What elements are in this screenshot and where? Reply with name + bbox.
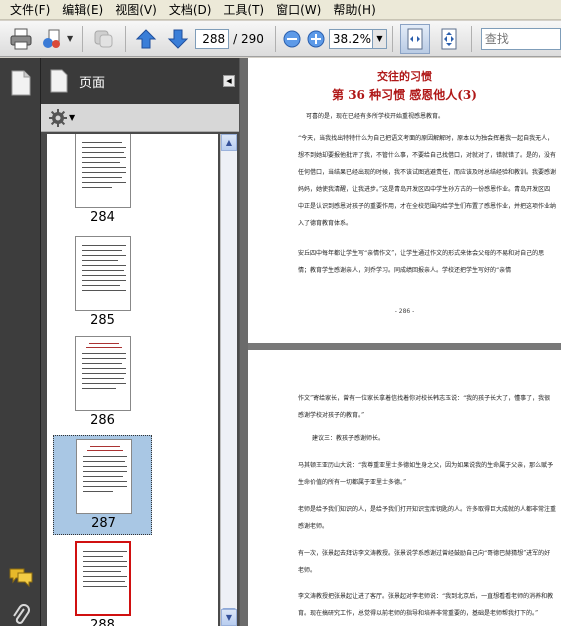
thumbnail-label: 286 <box>90 413 115 428</box>
attachments-panel-button[interactable] <box>8 602 34 626</box>
paragraph: 可喜的是，现在已经有多所学校开始重视感恩教育。 <box>306 113 445 120</box>
menu-file[interactable]: 文件(F) <box>4 0 56 20</box>
gear-icon[interactable] <box>49 108 67 127</box>
previous-page-button[interactable] <box>131 25 161 53</box>
paragraph: 作文”寄给家长，曾有一位家长拿着信找着你对校长韩志玉说：“我的孩子长大了，懂事了… <box>298 395 551 419</box>
fit-page-icon <box>441 28 457 49</box>
paragraph: 李文涛教授把张景起让进了客厅。张景起对李老师说：“我到北京后，一直想看看老师的消… <box>298 593 554 617</box>
page-total-label: / 290 <box>233 31 264 46</box>
panel-collapse-button[interactable]: ◀ <box>223 75 235 87</box>
menu-edit[interactable]: 编辑(E) <box>56 0 109 20</box>
zoom-out-button[interactable] <box>281 25 303 53</box>
paragraph: 老师是给予我们知识的人，是给予我们打开知识宝库钥匙的人。许多取得巨大成就的人都非… <box>298 506 557 530</box>
fit-width-button[interactable] <box>399 23 430 54</box>
panel-header: 页面 ◀ <box>41 58 239 104</box>
page-heading: 交往的习惯 <box>377 70 432 83</box>
thumbnail-image <box>76 439 132 514</box>
print-icon <box>10 28 32 49</box>
zoom-out-icon <box>283 30 301 47</box>
thumbnail-label: 285 <box>90 313 115 328</box>
fit-width-icon <box>407 28 423 49</box>
page-number: - 286 - <box>394 308 415 315</box>
document-view[interactable]: 交往的习惯 第 36 种习惯 感恩他人(3) 可喜的是，现在已经有多所学校开始重… <box>248 58 561 626</box>
document-page: 作文”寄给家长，曾有一位家长拿着信找着你对校长韩志玉说：“我的孩子长大了，懂事了… <box>248 350 561 626</box>
thumbnail-image <box>75 134 131 208</box>
thumbnail-284[interactable]: 284 <box>53 134 152 230</box>
share-button[interactable] <box>38 25 68 53</box>
options-dropdown-icon[interactable]: ▼ <box>69 113 75 122</box>
toolbar-separator <box>391 25 393 52</box>
zoom-dropdown-icon[interactable]: ▼ <box>372 28 387 49</box>
search-input[interactable] <box>480 27 561 50</box>
thumbnail-288[interactable]: 288 <box>53 538 152 626</box>
thumbnail-scrollbar[interactable]: ▲ ▼ <box>220 134 237 626</box>
thumbnail-286[interactable]: 286 <box>53 333 152 433</box>
thumbnail-label: 284 <box>90 210 115 225</box>
thumbnail-label: 288 <box>90 618 115 626</box>
paragraph: “今天，当我找出特特什么为自己把语文考面的原因解解时，原本以为独会挥着我一起自我… <box>298 135 557 227</box>
arrow-up-icon <box>135 28 157 48</box>
navigation-strip <box>0 58 41 626</box>
scroll-down-icon[interactable]: ▼ <box>221 609 237 626</box>
toolbar-separator <box>125 25 127 52</box>
pages-panel-icon <box>50 69 68 93</box>
paragraph: 安丘四中每年都让学生写“亲情作文”，让学生通过作文的形式来体会父母的不易和对自己… <box>298 250 545 274</box>
next-page-button[interactable] <box>163 25 193 53</box>
menu-document[interactable]: 文档(D) <box>163 0 218 20</box>
menu-tools[interactable]: 工具(T) <box>217 0 270 20</box>
thumbnail-image <box>75 336 131 411</box>
menu-bar: 文件(F) 编辑(E) 视图(V) 文档(D) 工具(T) 窗口(W) 帮助(H… <box>0 0 561 20</box>
thumbnail-label: 287 <box>91 516 116 531</box>
fit-page-button[interactable] <box>434 24 464 54</box>
page-number-input[interactable] <box>195 28 230 49</box>
comments-panel-button[interactable] <box>8 564 34 590</box>
pages-icon <box>11 70 31 96</box>
menu-window[interactable]: 窗口(W) <box>270 0 327 20</box>
document-page: 交往的习惯 第 36 种习惯 感恩他人(3) 可喜的是，现在已经有多所学校开始重… <box>248 58 561 343</box>
zoom-in-button[interactable] <box>305 25 327 53</box>
comment-bubble-icon <box>9 568 33 588</box>
panel-options: ▼ <box>41 104 239 132</box>
comment-button[interactable] <box>88 25 118 53</box>
toolbar-separator <box>470 25 472 52</box>
toolbar-separator <box>274 25 276 52</box>
scroll-up-icon[interactable]: ▲ <box>221 134 237 151</box>
comment-icon <box>94 30 113 47</box>
thumbnail-287[interactable]: 287 <box>53 435 152 535</box>
chapter-title: 第 36 种习惯 感恩他人(3) <box>332 88 477 102</box>
paragraph: 有一次，张景起去拜访李文涛教授。张景说学系感谢过曾经鼓励自己向“哥德巴赫猜想”进… <box>298 550 551 574</box>
paragraph: 马其顿王亚历山大说：“我尊重亚里士多德如生身之父，因为如果说我的生命属于父亲，那… <box>298 462 554 486</box>
thumbnail-image <box>75 236 131 311</box>
zoom-in-icon <box>307 30 325 47</box>
arrow-down-icon <box>167 29 189 49</box>
pages-panel-button[interactable] <box>8 70 34 96</box>
share-icon <box>43 29 60 48</box>
panel-splitter[interactable] <box>239 58 248 626</box>
toolbar-separator <box>82 25 84 52</box>
paragraph: 建议三：教孩子感谢师长。 <box>312 435 385 442</box>
pages-panel: 页面 ◀ ▼ 284 285 286 287 288 ▲ ▼ <box>41 58 239 626</box>
zoom-input[interactable] <box>328 28 373 49</box>
panel-title: 页面 <box>79 75 106 91</box>
print-button[interactable] <box>6 25 36 53</box>
menu-help[interactable]: 帮助(H) <box>327 0 381 20</box>
share-dropdown-icon[interactable]: ▼ <box>67 34 73 43</box>
thumbnail-image <box>75 541 131 616</box>
thumbnail-list: 284 285 286 287 288 <box>47 134 218 626</box>
paperclip-icon <box>13 604 30 624</box>
menu-view[interactable]: 视图(V) <box>109 0 163 20</box>
thumbnail-285[interactable]: 285 <box>53 233 152 333</box>
toolbar: ▼ / 290 ▼ <box>0 21 561 57</box>
